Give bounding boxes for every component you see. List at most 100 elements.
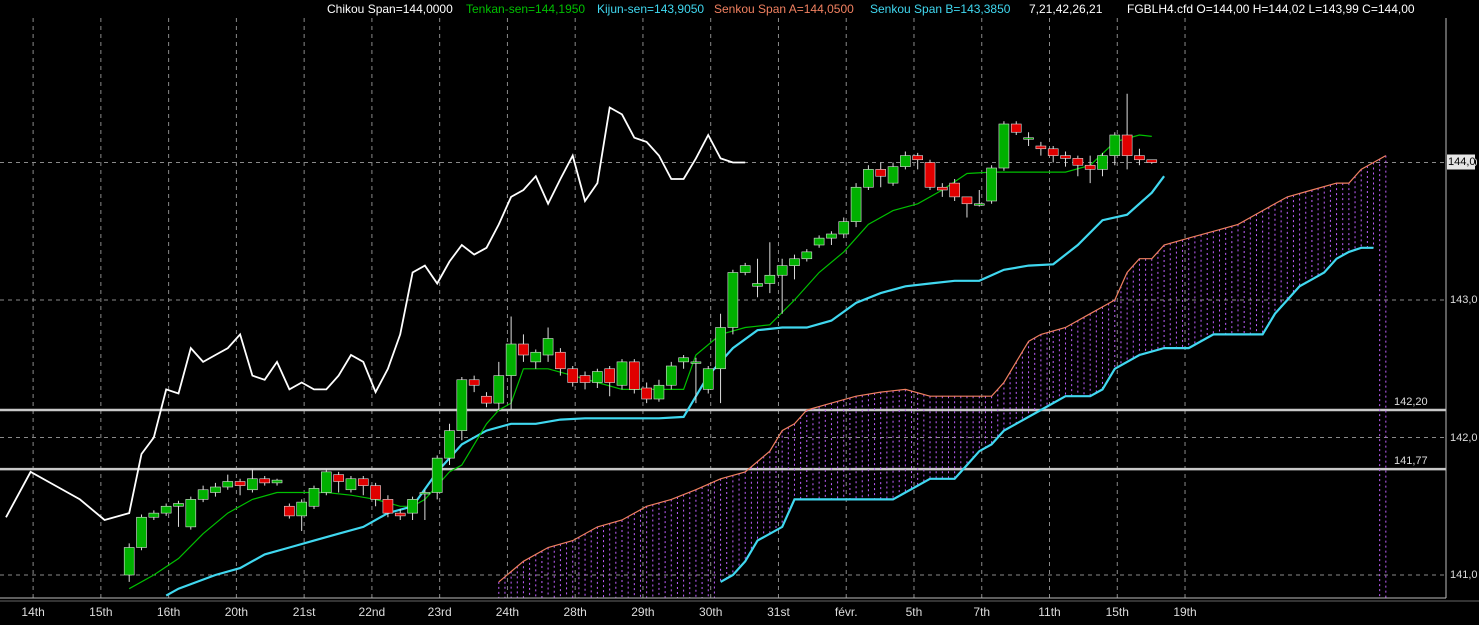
bearish-candle xyxy=(1060,155,1071,159)
bearish-candle xyxy=(333,474,344,482)
ichimoku-chart xyxy=(0,18,1479,602)
bearish-candle xyxy=(234,481,246,486)
senkou-b-readout: Senkou Span B=143,3850 xyxy=(870,2,1011,16)
bullish-candle xyxy=(801,251,813,260)
bullish-candle xyxy=(345,478,357,491)
bearish-candle xyxy=(961,196,973,205)
bullish-candle xyxy=(160,505,172,514)
indicator-lines xyxy=(5,106,1387,597)
bearish-candle xyxy=(1084,164,1096,170)
bearish-candle xyxy=(912,155,923,161)
bullish-candle xyxy=(296,501,307,517)
bearish-candle xyxy=(949,182,960,198)
bullish-candle xyxy=(1109,134,1121,156)
senkou-span-b-line xyxy=(720,246,1374,583)
bullish-candle xyxy=(592,371,603,383)
x-tick-label: 20th xyxy=(224,605,249,619)
bearish-candle xyxy=(382,499,394,514)
bullish-candle xyxy=(653,384,665,400)
bearish-candle xyxy=(284,505,295,517)
bearish-candle xyxy=(1047,148,1059,156)
bearish-candle xyxy=(1134,155,1145,161)
x-tick-label: 22nd xyxy=(358,605,386,619)
bullish-candle xyxy=(850,186,862,222)
bullish-candle xyxy=(764,274,776,284)
bearish-candle xyxy=(875,169,887,177)
bullish-candle xyxy=(197,489,209,500)
bullish-candle xyxy=(173,503,184,507)
x-tick-label: 31st xyxy=(767,605,790,619)
bearish-candle xyxy=(555,351,566,370)
indicator-header: Chikou Span=144,0000 Tenkan-sen=144,1950… xyxy=(0,0,1479,18)
y-tick-label: 143,0 xyxy=(1450,294,1478,306)
axes xyxy=(0,18,1479,602)
bullish-candle xyxy=(542,338,554,356)
price-levels xyxy=(0,408,1446,471)
bullish-candle xyxy=(444,430,455,459)
bearish-candle xyxy=(1072,158,1084,166)
x-tick-label: 24th xyxy=(495,605,520,619)
bearish-candle xyxy=(518,343,529,356)
grid-lines xyxy=(0,18,1446,598)
bullish-candle xyxy=(407,499,418,514)
bullish-candle xyxy=(419,492,431,495)
x-tick-label: 15th xyxy=(89,605,113,619)
x-tick-label: 5th xyxy=(905,605,923,619)
senkou-a-readout: Senkou Span A=144,0500 xyxy=(714,2,854,16)
bearish-candle xyxy=(629,361,640,390)
x-tick-label: 29th xyxy=(631,605,655,619)
bullish-candle xyxy=(826,233,837,239)
bearish-candle xyxy=(1146,159,1158,163)
bullish-candle xyxy=(973,203,985,206)
bearish-candle xyxy=(567,368,579,383)
bullish-candle xyxy=(998,123,1010,169)
bullish-candle xyxy=(665,365,677,386)
bearish-candle xyxy=(641,387,652,400)
bullish-candle xyxy=(900,155,911,167)
x-tick-label: févr. xyxy=(834,605,858,619)
bullish-candle xyxy=(776,265,788,276)
x-tick-label: 30th xyxy=(699,605,723,619)
y-tick-label: 142,0 xyxy=(1450,431,1478,444)
bullish-candle xyxy=(136,516,147,548)
x-tick-label: 14th xyxy=(21,605,45,619)
bullish-candle xyxy=(838,221,850,235)
bullish-candle xyxy=(813,237,825,246)
bullish-candle xyxy=(210,486,221,493)
bullish-candle xyxy=(752,283,763,287)
chikou-span-line xyxy=(5,106,746,521)
bearish-candle xyxy=(604,368,615,383)
bearish-candle xyxy=(1035,145,1047,150)
bearish-candle xyxy=(481,395,492,404)
x-tick-label: 15th xyxy=(1105,605,1129,619)
bullish-candle xyxy=(493,375,505,404)
bullish-candle xyxy=(271,479,283,484)
bullish-candle xyxy=(222,481,234,488)
x-tick-label: 7th xyxy=(973,605,991,619)
bullish-candle xyxy=(431,457,443,493)
bearish-candle xyxy=(1010,123,1022,133)
bearish-candle xyxy=(579,375,591,383)
x-tick-label: 28th xyxy=(563,605,587,619)
bullish-candle xyxy=(321,471,332,493)
bullish-candle xyxy=(308,488,320,507)
bullish-candle xyxy=(148,512,160,518)
bullish-candle xyxy=(616,361,628,386)
bearish-candle xyxy=(259,478,271,484)
bullish-candle xyxy=(247,478,258,491)
bullish-candle xyxy=(185,499,197,528)
bearish-candle xyxy=(468,379,480,386)
x-tick-label: 19th xyxy=(1173,605,1197,619)
bullish-candle xyxy=(530,351,542,363)
bullish-candle xyxy=(456,379,468,431)
y-tick-label: 141,0 xyxy=(1450,569,1478,581)
level-label: 141,77 xyxy=(1394,455,1428,468)
bearish-candle xyxy=(924,162,936,188)
bullish-candle xyxy=(887,166,899,184)
kijun-readout: Kijun-sen=143,9050 xyxy=(597,2,705,16)
params-readout: 7,21,42,26,21 xyxy=(1029,2,1103,16)
bullish-candle xyxy=(678,357,689,363)
bullish-candle xyxy=(123,547,135,576)
current-price-label: 144,0 xyxy=(1448,155,1476,168)
x-tick-label: 23rd xyxy=(427,605,452,619)
